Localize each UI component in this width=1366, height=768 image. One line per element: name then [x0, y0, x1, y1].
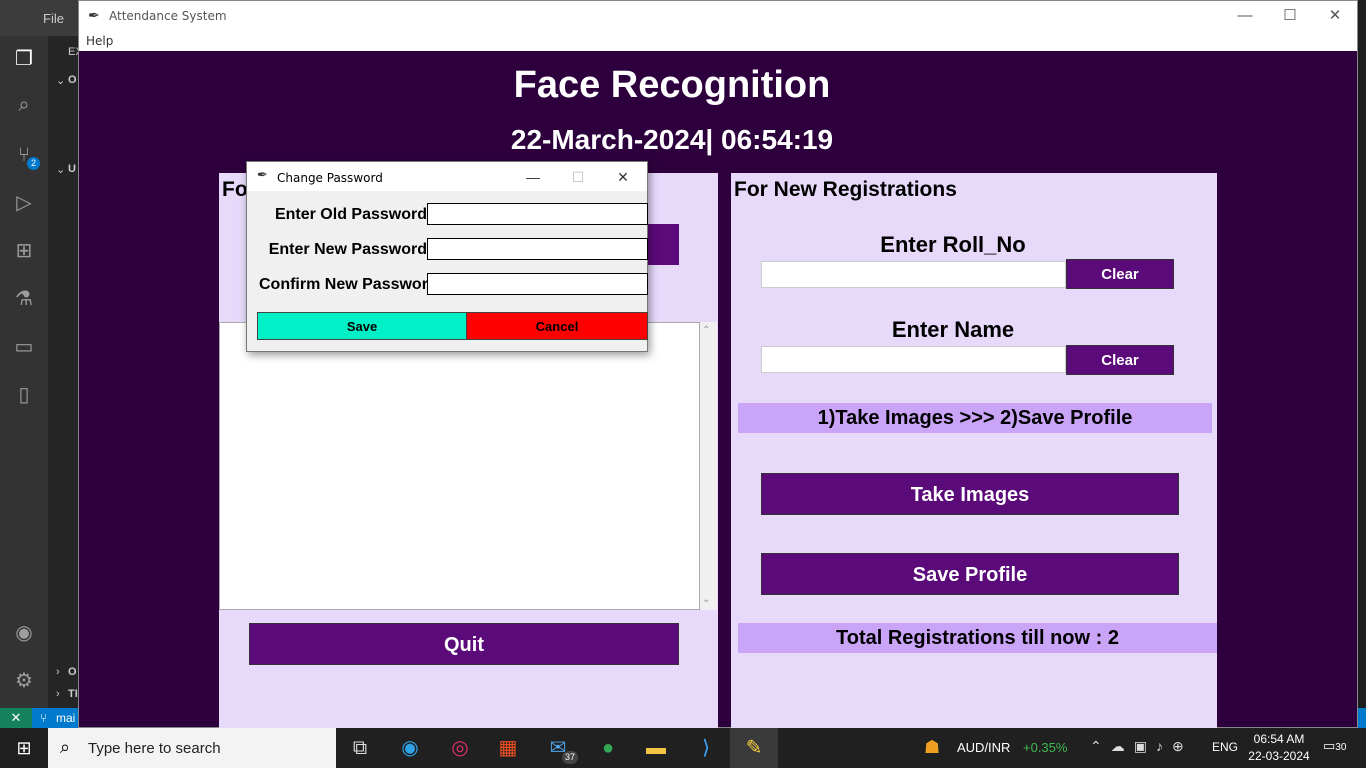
maximize-icon[interactable]: ☐ — [1268, 5, 1312, 27]
store-icon[interactable]: ▦ — [484, 728, 532, 768]
window-titlebar: ✒ Attendance System — ☐ ✕ — [79, 1, 1357, 31]
settings-gear-icon[interactable]: ⚙ — [11, 668, 37, 694]
ticker-change: +0.35% — [1023, 740, 1068, 755]
minimize-icon[interactable]: — — [1223, 5, 1267, 27]
source-control-badge: 2 — [27, 157, 40, 170]
attendance-list[interactable] — [219, 322, 700, 610]
mail-badge: 37 — [561, 751, 578, 764]
account-icon[interactable]: ◉ — [11, 620, 37, 646]
taskbar-search[interactable]: ⌕ Type here to search — [48, 728, 336, 768]
task-view-icon[interactable]: ⧉ — [336, 728, 384, 768]
search-placeholder: Type here to search — [88, 740, 221, 757]
instagram-icon[interactable]: ◎ — [436, 728, 484, 768]
page-title: Face Recognition — [513, 64, 831, 106]
python-icon[interactable]: ✎ — [730, 728, 778, 768]
date-time-display: 22-March-2024| 06:54:19 — [510, 124, 834, 155]
save-button[interactable]: Save — [257, 312, 467, 340]
old-password-label: Enter Old Password — [274, 206, 427, 223]
feather-icon: ✒ — [257, 167, 268, 182]
sidebar-fragment: U — [68, 163, 76, 175]
roll-no-label: Enter Roll_No — [880, 232, 1026, 257]
confirm-password-label: Confirm New Password — [259, 276, 427, 293]
total-registrations: Total Registrations till now : 2 — [738, 623, 1217, 653]
vscode-titlebar: File — [0, 0, 80, 36]
steps-info: 1)Take Images >>> 2)Save Profile — [738, 403, 1212, 433]
system-tray-icons[interactable]: ⌃☁▣♪⊕ — [1090, 738, 1193, 755]
maximize-icon: ☐ — [571, 169, 585, 185]
old-password-input[interactable] — [427, 203, 648, 225]
feather-icon: ✒ — [88, 7, 100, 23]
name-input[interactable] — [761, 346, 1066, 373]
branch-icon[interactable]: ⑂ — [40, 711, 47, 725]
vscode-icon[interactable]: ⟩ — [682, 728, 730, 768]
chevron-right-icon[interactable]: › — [56, 666, 60, 678]
new-password-label: Enter New Password — [268, 241, 427, 258]
ticker-pair[interactable]: AUD/INR — [957, 740, 1010, 755]
vscode-menu-file[interactable]: File — [43, 11, 64, 26]
notification-count: 30 — [1335, 742, 1347, 753]
menu-help[interactable]: Help — [86, 34, 113, 48]
roll-no-input[interactable] — [761, 261, 1066, 288]
new-password-input[interactable] — [427, 238, 648, 260]
scroll-down-icon[interactable]: ⌄ — [702, 594, 710, 605]
name-label: Enter Name — [891, 317, 1015, 342]
close-icon[interactable]: ✕ — [603, 166, 643, 188]
document-icon[interactable]: ▯ — [11, 382, 37, 408]
take-images-button[interactable]: Take Images — [761, 473, 1179, 515]
window-title: Attendance System — [109, 9, 227, 23]
clock-date[interactable]: 22-03-2024 — [1248, 749, 1310, 763]
run-debug-icon[interactable]: ▷ — [11, 190, 37, 216]
sidebar-fragment: TI — [68, 688, 78, 700]
edge-icon[interactable]: ◉ — [386, 728, 434, 768]
mail-icon[interactable]: ✉ 37 — [534, 728, 582, 768]
clear-name-button[interactable]: Clear — [1066, 345, 1174, 375]
chevron-right-icon[interactable]: › — [56, 688, 60, 700]
notification-icon[interactable]: ▭30 — [1323, 738, 1346, 754]
branch-name[interactable]: mai — [56, 711, 75, 725]
attendance-panel-heading: Fo — [222, 178, 248, 201]
windows-start-icon[interactable]: ⊞ — [0, 728, 48, 768]
remote-indicator-icon[interactable]: ✕ — [0, 708, 32, 728]
confirm-password-input[interactable] — [427, 273, 648, 295]
sidebar-fragment: O — [68, 666, 77, 678]
dialog-title: Change Password — [277, 171, 383, 185]
currency-icon: ☗ — [924, 737, 941, 757]
remote-explorer-icon[interactable]: ▭ — [11, 334, 37, 360]
save-profile-button[interactable]: Save Profile — [761, 553, 1179, 595]
chevron-down-icon[interactable]: ⌄ — [56, 163, 65, 176]
file-explorer-icon[interactable]: ▬ — [632, 728, 680, 768]
cancel-button[interactable]: Cancel — [466, 312, 648, 340]
taskbar: ⊞ ⌕ Type here to search ⧉ ◉ ◎ ▦ ✉ 37 ● ▬ … — [0, 728, 1366, 768]
menubar: Help — [79, 31, 1357, 51]
change-password-dialog: ✒ Change Password — ☐ ✕ Enter Old Passwo… — [246, 161, 648, 352]
scroll-up-icon[interactable]: ⌃ — [702, 325, 710, 336]
language-indicator[interactable]: ENG — [1212, 740, 1238, 754]
chrome-icon[interactable]: ● — [584, 728, 632, 768]
testing-icon[interactable]: ⚗ — [11, 286, 37, 312]
registration-heading: For New Registrations — [734, 178, 957, 201]
close-icon[interactable]: ✕ — [1313, 5, 1357, 27]
search-icon: ⌕ — [60, 737, 71, 757]
clear-roll-button[interactable]: Clear — [1066, 259, 1174, 289]
extensions-icon[interactable]: ⊞ — [11, 238, 37, 264]
dialog-titlebar: ✒ Change Password — ☐ ✕ — [247, 162, 647, 191]
minimize-icon[interactable]: — — [513, 166, 553, 188]
clock-time[interactable]: 06:54 AM — [1248, 732, 1310, 746]
attendance-scrollbar[interactable]: ⌃ ⌄ — [700, 322, 717, 610]
quit-button[interactable]: Quit — [249, 623, 679, 665]
